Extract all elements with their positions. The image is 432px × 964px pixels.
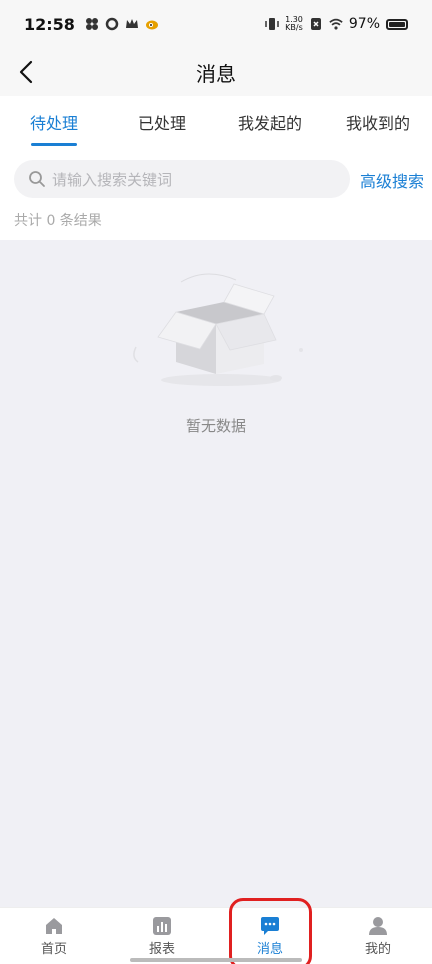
chart-icon: [153, 917, 171, 935]
sync-notification-icon: [105, 17, 119, 31]
empty-state-text: 暂无数据: [185, 417, 246, 435]
advanced-search-button[interactable]: 高级搜索: [360, 168, 424, 192]
tab-processed[interactable]: 已处理: [108, 96, 216, 148]
status-time: 12:58: [24, 14, 75, 34]
battery-icon: [386, 18, 408, 30]
bottom-tab-bar: 首页 报表 消息 我的: [0, 907, 432, 964]
tabbar-item-profile[interactable]: 我的: [324, 908, 432, 964]
search-placeholder: 请输入搜索关键词: [52, 170, 173, 189]
status-bar: 12:58 1.30 KB/s 97%: [0, 0, 432, 48]
tabbar-label-profile: 我的: [364, 942, 391, 957]
search-section: 请输入搜索关键词 高级搜索 共计 0 条结果: [0, 148, 432, 240]
page-title: 消息: [196, 61, 236, 86]
app-notification-icon: [85, 18, 98, 30]
tabbar-label-home: 首页: [40, 942, 67, 957]
net-speed: 1.30 KB/s: [285, 16, 303, 32]
status-right: 1.30 KB/s 97%: [265, 16, 408, 32]
highlight-annotation: [229, 898, 312, 964]
result-count: 共计 0 条结果: [14, 213, 102, 229]
battery-percent: 97%: [348, 16, 380, 32]
content-area: 暂无数据: [0, 240, 432, 907]
tab-bar-top: 待处理 已处理 我发起的 我收到的: [0, 96, 432, 148]
tab-received[interactable]: 我收到的: [324, 96, 432, 148]
empty-box-icon: [133, 273, 303, 386]
crown-notification-icon: [125, 19, 138, 28]
search-input[interactable]: 请输入搜索关键词: [14, 160, 350, 198]
back-arrow-icon[interactable]: [14, 58, 42, 86]
net-speed-unit: KB/s: [285, 23, 303, 32]
sim-off-icon: [310, 18, 321, 30]
tabbar-label-reports: 报表: [148, 942, 175, 957]
search-icon: [29, 171, 45, 187]
wifi-icon: [329, 18, 343, 30]
tab-pending[interactable]: 待处理: [0, 96, 108, 148]
nav-bar: 消息: [0, 48, 432, 96]
vibrate-icon: [265, 18, 279, 30]
home-indicator[interactable]: [130, 958, 302, 962]
tabbar-item-reports[interactable]: 报表: [108, 908, 216, 964]
weibo-notification-icon: [145, 20, 158, 30]
notification-icons: [85, 17, 159, 31]
home-icon: [46, 918, 62, 934]
tab-initiated[interactable]: 我发起的: [216, 96, 324, 148]
tabbar-item-home[interactable]: 首页: [0, 908, 108, 964]
user-icon: [369, 917, 387, 935]
